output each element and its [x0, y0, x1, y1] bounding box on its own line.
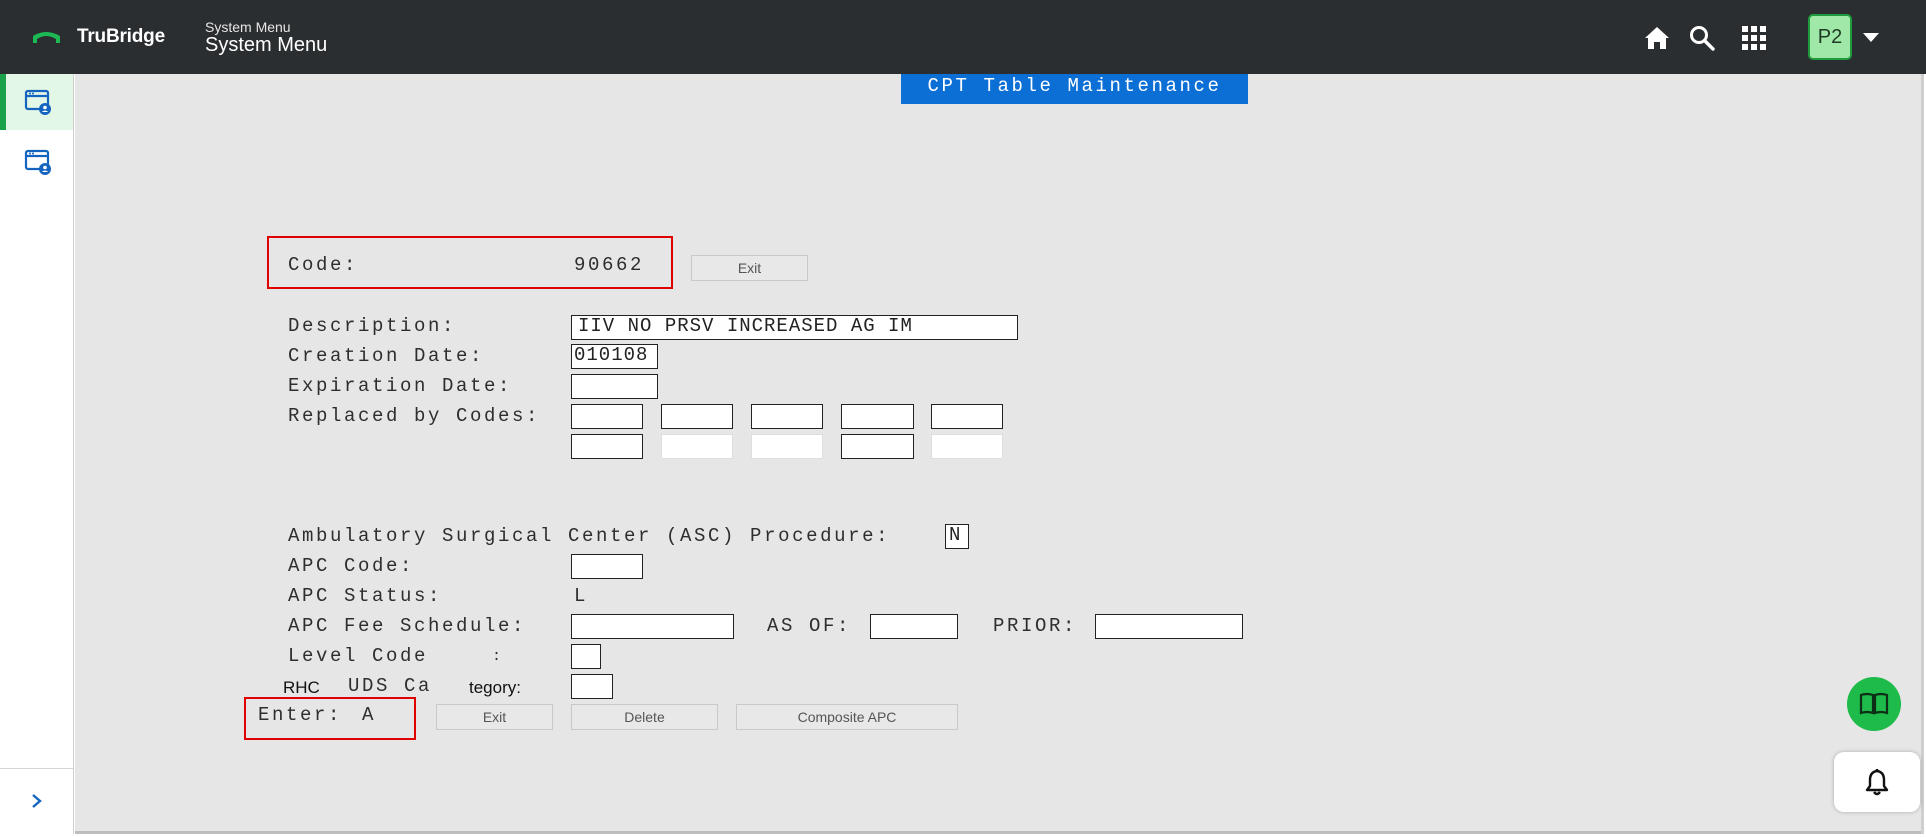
replaced-code-field-9[interactable]: [841, 434, 914, 459]
apc-code-label: APC Code:: [288, 555, 415, 577]
screen-border-right: [1921, 74, 1924, 834]
level-code-field[interactable]: [571, 644, 601, 669]
replaced-code-field-1[interactable]: [571, 404, 643, 429]
creation-date-label: Creation Date:: [288, 345, 485, 367]
uds-category-field[interactable]: [571, 674, 613, 699]
level-code-label: Level Code: [288, 645, 429, 667]
bell-icon: [1865, 769, 1889, 796]
replaced-code-field-7[interactable]: [661, 434, 733, 459]
rhc-label: RHC: [283, 678, 320, 697]
as-of-label: AS OF:: [767, 615, 852, 637]
window-user-icon: [24, 149, 51, 175]
asc-procedure-label: Ambulatory Surgical Center (ASC) Procedu…: [288, 525, 891, 547]
composite-apc-button[interactable]: Composite APC: [736, 704, 958, 730]
replaced-code-field-2[interactable]: [661, 404, 733, 429]
replaced-code-field-6[interactable]: [571, 434, 643, 459]
description-field[interactable]: IIV NO PRSV INCREASED AG IM: [571, 315, 1018, 340]
window-user-icon: [24, 89, 51, 115]
exit-button-bottom[interactable]: Exit: [436, 704, 553, 730]
as-of-field[interactable]: [870, 614, 958, 639]
screen-border-bottom: [75, 831, 1921, 834]
replaced-code-field-4[interactable]: [841, 404, 914, 429]
search-icon[interactable]: [1688, 24, 1716, 52]
apc-status-label: APC Status:: [288, 585, 443, 607]
sidebar-item-window-1[interactable]: [0, 74, 73, 130]
expiration-date-field[interactable]: [571, 374, 658, 399]
prior-field[interactable]: [1095, 614, 1243, 639]
sidebar: [0, 74, 74, 834]
description-label: Description:: [288, 315, 457, 337]
replaced-by-codes-label: Replaced by Codes:: [288, 405, 541, 427]
delete-button[interactable]: Delete: [571, 704, 718, 730]
top-bar: TruBridge System Menu System Menu P2: [0, 0, 1926, 74]
replaced-code-field-10[interactable]: [931, 434, 1003, 459]
replaced-code-field-3[interactable]: [751, 404, 823, 429]
brand-name: TruBridge: [77, 26, 165, 47]
code-label: Code:: [288, 254, 359, 276]
expiration-date-label: Expiration Date:: [288, 375, 513, 397]
apc-fee-schedule-field[interactable]: [571, 614, 734, 639]
book-open-icon: [1859, 692, 1889, 715]
creation-date-field[interactable]: 010108: [571, 344, 658, 369]
code-value: 90662: [574, 254, 645, 276]
chevron-down-icon[interactable]: [1863, 33, 1879, 42]
menu-breadcrumb[interactable]: System Menu: [205, 19, 291, 35]
replaced-code-field-8[interactable]: [751, 434, 823, 459]
apps-grid-icon[interactable]: [1740, 24, 1768, 52]
chevron-right-icon: [32, 794, 42, 808]
uds-category-label-part2: tegory:: [469, 678, 521, 697]
replaced-code-field-5[interactable]: [931, 404, 1003, 429]
prior-label: PRIOR:: [993, 615, 1078, 637]
notifications-button[interactable]: [1834, 752, 1920, 812]
enter-command-field[interactable]: A: [362, 704, 376, 726]
exit-button-top[interactable]: Exit: [691, 255, 808, 281]
home-icon[interactable]: [1643, 24, 1671, 52]
apc-status-value: L: [574, 585, 589, 607]
uds-category-label-part1: UDS Ca: [348, 675, 433, 697]
asc-procedure-field[interactable]: N: [945, 524, 969, 549]
apc-fee-schedule-label: APC Fee Schedule:: [288, 615, 527, 637]
screen-title: CPT Table Maintenance: [901, 74, 1248, 104]
user-avatar[interactable]: P2: [1808, 14, 1852, 60]
sidebar-item-window-2[interactable]: [0, 134, 73, 190]
help-button[interactable]: [1847, 677, 1901, 731]
menu-title[interactable]: System Menu: [205, 34, 327, 57]
sidebar-expand-button[interactable]: [0, 768, 73, 832]
apc-code-field[interactable]: [571, 554, 643, 579]
level-code-colon: :: [492, 648, 504, 665]
trubridge-logo-icon: [33, 32, 60, 43]
enter-label: Enter:: [258, 704, 343, 726]
